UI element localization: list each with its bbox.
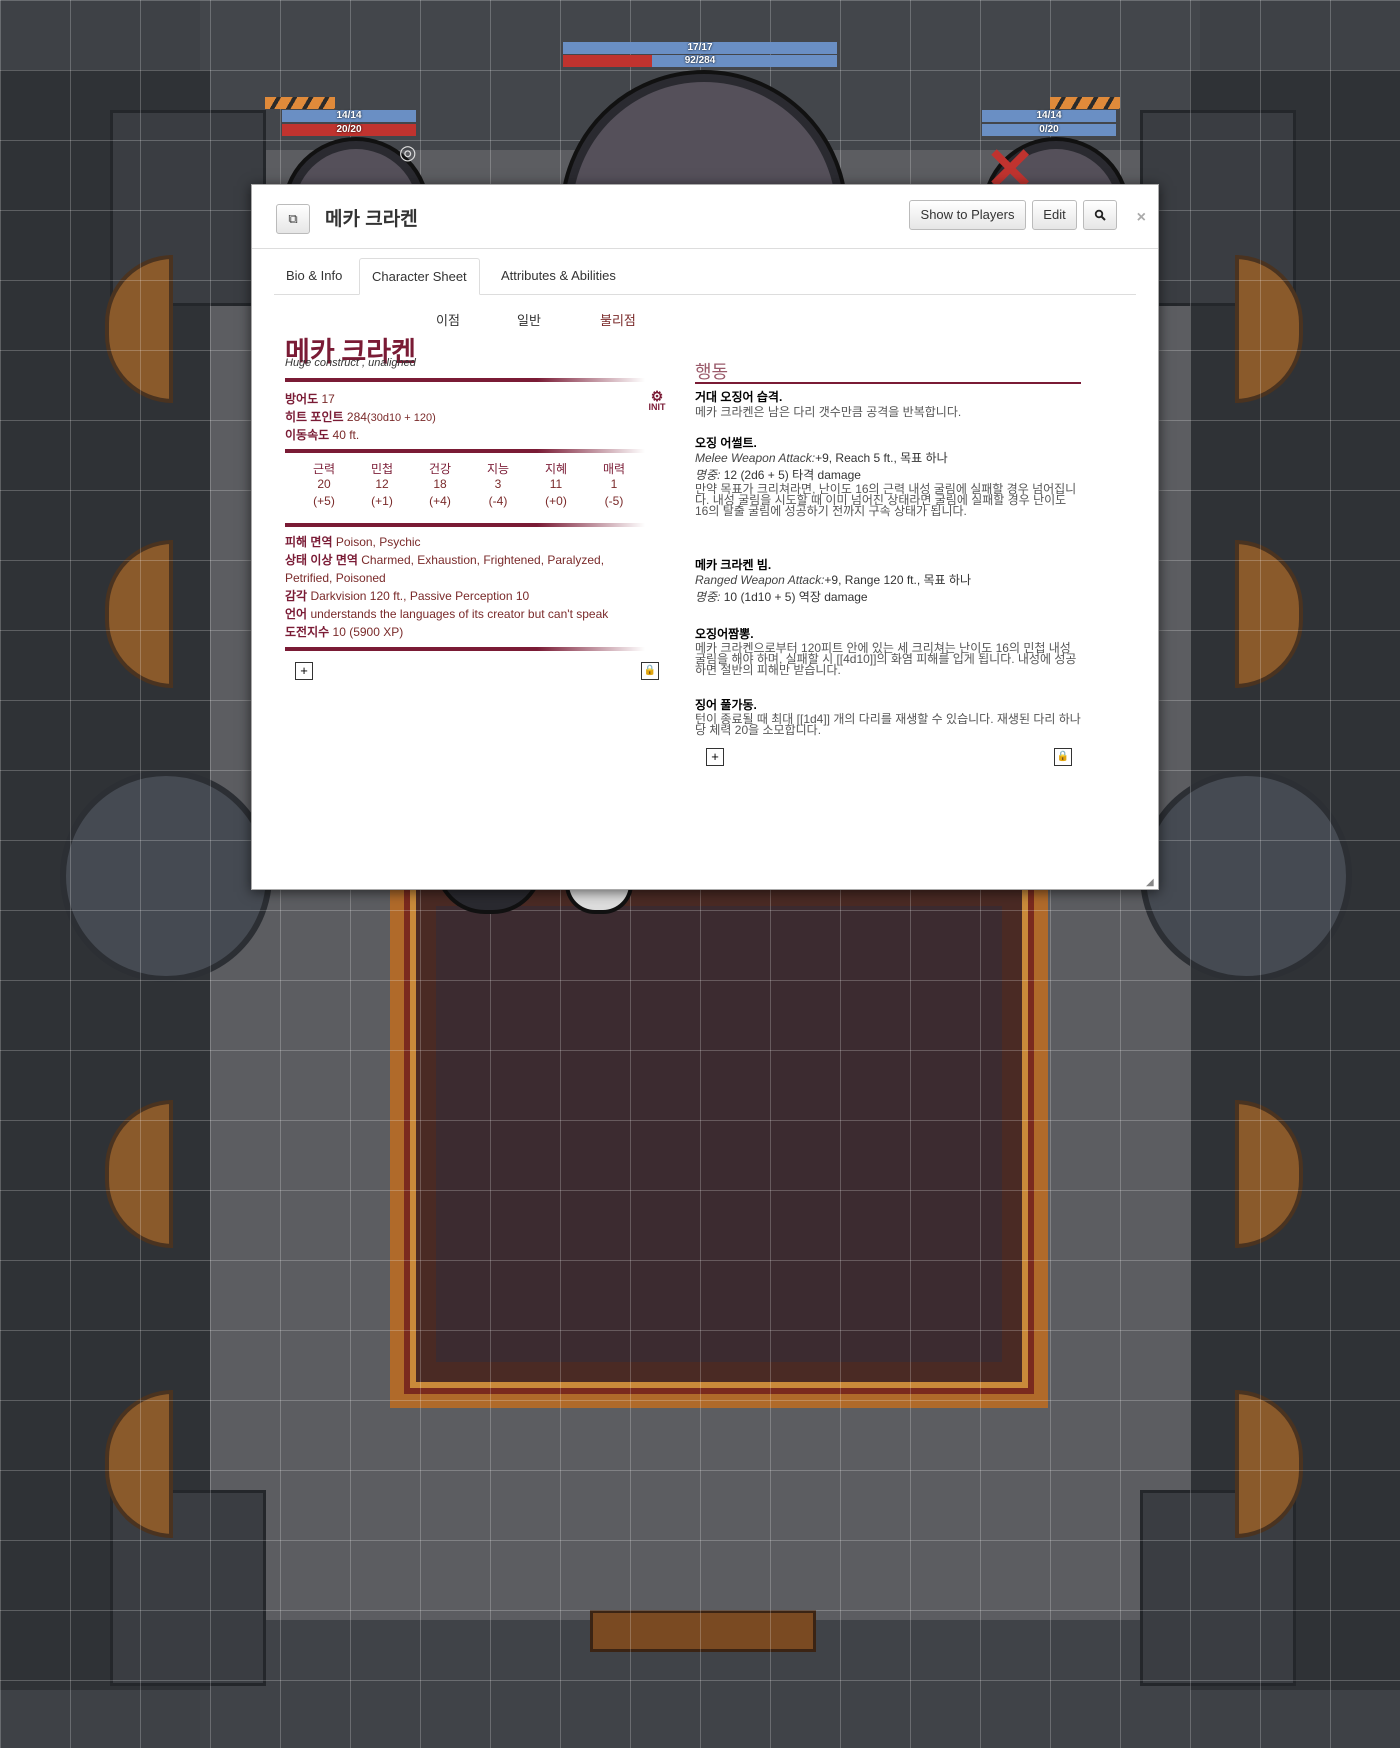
- action-item[interactable]: 오징 어썰트. Melee Weapon Attack:+9, Reach 5 …: [695, 437, 1081, 518]
- search-icon: [1094, 209, 1106, 221]
- npc-type: Huge construct , unaligned: [285, 357, 416, 369]
- ability-score[interactable]: 민첩 12 (+1): [353, 462, 411, 509]
- divider: [285, 378, 645, 382]
- lock-icon[interactable]: 🔒: [1054, 748, 1072, 766]
- ability-score[interactable]: 지혜 11 (+0): [527, 462, 585, 509]
- senses: 감각 Darkvision 120 ft., Passive Perceptio…: [285, 589, 530, 603]
- character-dialog: ⧉ 메카 크라켄 Show to Players Edit × Bio & In…: [251, 184, 1159, 890]
- show-to-players-button[interactable]: Show to Players: [909, 200, 1026, 230]
- actions-heading: 행동: [695, 362, 729, 382]
- hit-points[interactable]: 히트 포인트 284(30d10 + 120): [285, 408, 436, 425]
- divider: [285, 523, 645, 527]
- token-bar-2: 20/20: [282, 124, 416, 136]
- target-icon: ◎: [399, 142, 417, 164]
- ability-score[interactable]: 근력 20 (+5): [295, 462, 353, 509]
- search-button[interactable]: [1083, 200, 1117, 230]
- damage-immunities: 피해 면역 Poison, Psychic: [285, 535, 421, 549]
- action-item[interactable]: 메카 크라켄 빔. Ranged Weapon Attack:+9, Range…: [695, 559, 1081, 604]
- languages: 언어 understands the languages of its crea…: [285, 607, 609, 621]
- token-bar-1: 14/14: [282, 110, 416, 122]
- tab-character-sheet[interactable]: Character Sheet: [359, 258, 480, 295]
- token-bar-1: 14/14: [982, 110, 1116, 122]
- divider: [285, 647, 645, 651]
- resize-handle-icon[interactable]: ◢: [1146, 877, 1156, 888]
- dialog-header: ⧉ 메카 크라켄 Show to Players Edit ×: [252, 185, 1158, 249]
- dice-icon: ⚙: [650, 388, 664, 404]
- add-trait-button[interactable]: +: [295, 662, 313, 680]
- dialog-title: 메카 크라켄: [325, 209, 418, 230]
- tab-attributes-abilities[interactable]: Attributes & Abilities: [489, 258, 628, 293]
- close-icon[interactable]: ×: [1137, 209, 1146, 227]
- action-item[interactable]: 오징어짬뽕. 메카 크라켄으로부터 120피트 안에 있는 세 크리쳐는 난이도…: [695, 628, 1081, 677]
- edit-button[interactable]: Edit: [1032, 200, 1077, 230]
- action-item[interactable]: 거대 오징어 습격. 메카 크라켄은 남은 다리 갯수만큼 공격을 반복합니다.: [695, 391, 1081, 419]
- disadvantage-toggle[interactable]: 불리점: [600, 310, 636, 329]
- lock-icon[interactable]: 🔒: [641, 662, 659, 680]
- add-action-button[interactable]: +: [706, 748, 724, 766]
- npc-properties: 피해 면역 Poison, Psychic 상태 이상 면역 Charmed, …: [285, 533, 645, 641]
- popout-button[interactable]: ⧉: [276, 204, 310, 234]
- token-bar-2: 92/284: [563, 55, 837, 67]
- action-item[interactable]: 징어 풀가동. 턴이 종료될 때 최대 [[1d4]] 개의 다리를 재생할 수…: [695, 699, 1081, 737]
- divider: [695, 382, 1081, 384]
- status-marker: [265, 97, 335, 109]
- armor-class: 방어도 17: [285, 392, 335, 406]
- token-bar-2: 0/20: [982, 124, 1116, 136]
- speed: 이동속도 40 ft.: [285, 428, 360, 442]
- popout-icon: ⧉: [288, 211, 298, 226]
- condition-immunities: 상태 이상 면역 Charmed, Exhaustion, Frightened…: [285, 553, 605, 585]
- normal-toggle[interactable]: 일반: [517, 310, 541, 329]
- advantage-toggle[interactable]: 이점: [436, 310, 460, 329]
- tab-bar: Bio & Info Character Sheet Attributes & …: [274, 258, 1136, 295]
- ability-score[interactable]: 지능 3 (-4): [469, 462, 527, 509]
- ability-score[interactable]: 건강 18 (+4): [411, 462, 469, 509]
- divider: [285, 449, 645, 453]
- token-bar-1: 17/17: [563, 42, 837, 54]
- tab-bio-info[interactable]: Bio & Info: [274, 258, 354, 293]
- ability-score[interactable]: 매력 1 (-5): [585, 462, 643, 509]
- initiative-button[interactable]: ⚙ INIT: [644, 388, 670, 412]
- challenge-rating: 도전지수 10 (5900 XP): [285, 625, 404, 639]
- status-marker: [1050, 97, 1120, 109]
